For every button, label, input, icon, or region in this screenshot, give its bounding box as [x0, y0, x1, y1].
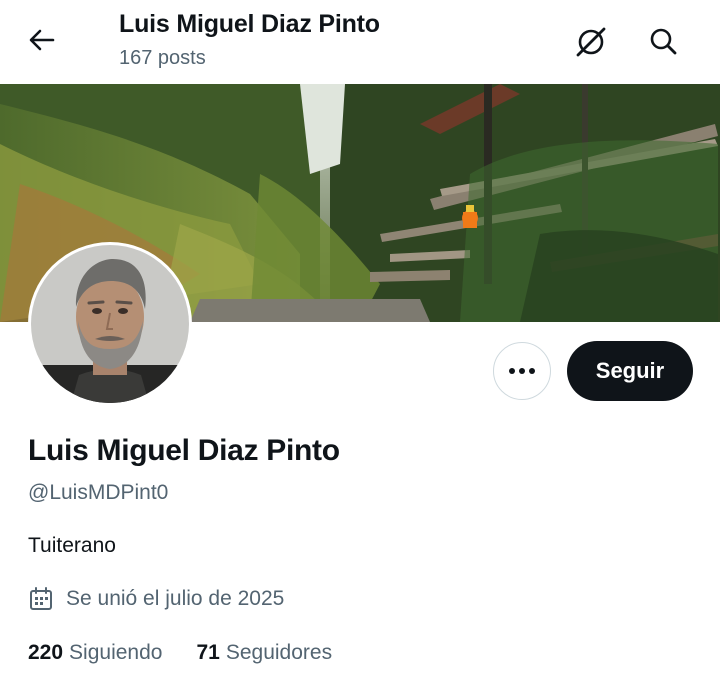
following-count: 220 — [28, 641, 64, 664]
grok-icon[interactable] — [572, 22, 610, 60]
search-icon[interactable] — [644, 22, 682, 60]
follow-button[interactable]: Seguir — [567, 341, 693, 401]
profile-avatar[interactable] — [28, 242, 192, 406]
followers-link[interactable]: 71 Seguidores — [196, 641, 332, 665]
posts-count: 167 posts — [119, 47, 206, 69]
following-label: Siguiendo — [69, 641, 163, 664]
profile-name: Luis Miguel Diaz Pinto — [28, 434, 340, 467]
followers-label: Seguidores — [225, 641, 333, 664]
more-options-button[interactable] — [493, 342, 551, 400]
more-dots-icon — [509, 368, 535, 374]
calendar-icon — [30, 587, 52, 610]
followers-count: 71 — [196, 641, 220, 664]
top-bar: Luis Miguel Diaz Pinto 167 posts — [0, 0, 720, 84]
joined-date: Se unió el julio de 2025 — [28, 586, 284, 612]
profile-handle: @LuisMDPint0 — [28, 481, 169, 504]
header-title: Luis Miguel Diaz Pinto — [119, 10, 380, 38]
back-arrow-icon[interactable] — [24, 22, 60, 58]
follow-stats: 220 Siguiendo 71 Seguidores — [28, 641, 366, 665]
joined-text: Se unió el julio de 2025 — [66, 587, 285, 610]
profile-bio: Tuiterano — [28, 534, 116, 557]
following-link[interactable]: 220 Siguiendo — [28, 641, 162, 665]
